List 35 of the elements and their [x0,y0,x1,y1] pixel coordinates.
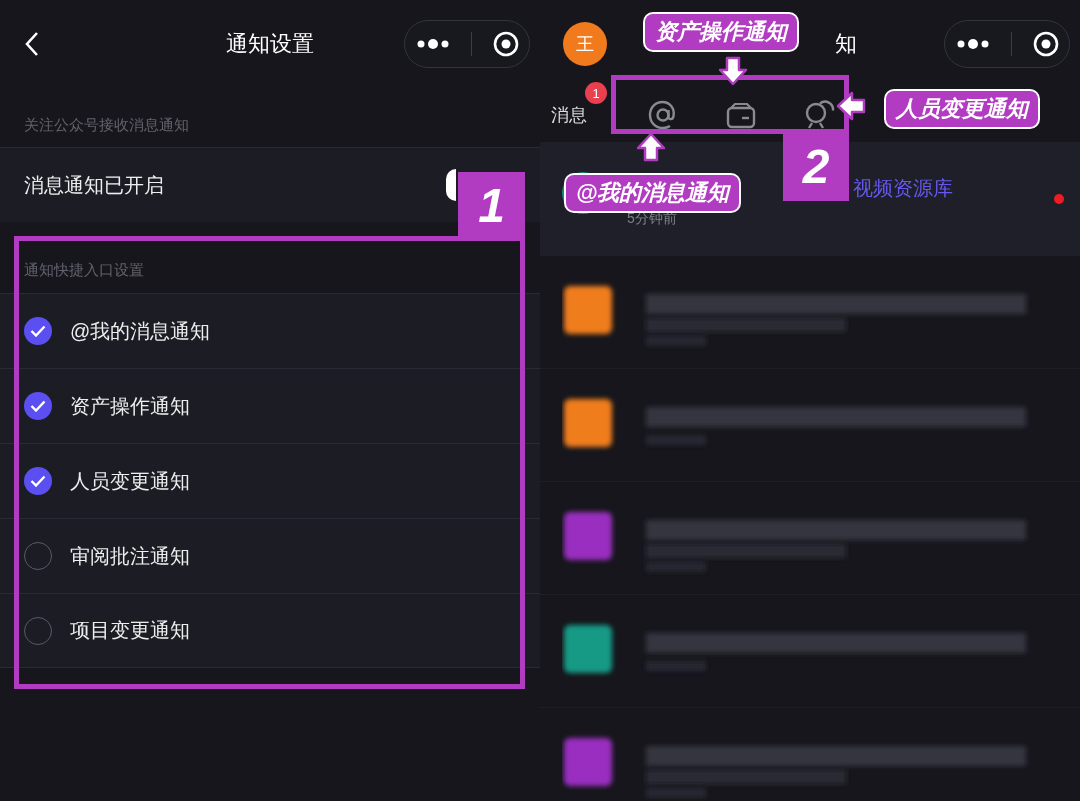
messages-tab[interactable]: 消息 [551,103,587,127]
callout-label: 人员变更通知 [886,91,1038,127]
checkbox-label: @我的消息通知 [70,318,211,344]
checkbox-row[interactable]: 资产操作通知 [0,368,540,443]
target-icon[interactable] [492,31,519,57]
step-number: 1 [458,172,525,238]
back-icon[interactable] [24,31,40,57]
checkbox[interactable] [24,317,52,345]
people-icon[interactable] [803,99,837,131]
message-title: 视频资源库 [853,176,953,201]
capsule-menu[interactable] [404,20,530,68]
checkbox-row[interactable]: 项目变更通知 [0,593,540,668]
callout-label: 资产操作通知 [645,14,797,50]
row-label: 消息通知已开启 [24,172,164,198]
checkmark-icon [30,400,46,412]
target-icon[interactable] [1032,31,1059,57]
checkbox-label: 资产操作通知 [70,393,190,419]
checkbox[interactable] [24,467,52,495]
page-title: 通知设置 [226,30,314,58]
checkbox-label: 审阅批注通知 [70,543,190,569]
unread-badge: 1 [585,82,607,104]
checkbox-label: 项目变更通知 [70,618,190,643]
checkbox-label: 人员变更通知 [70,468,190,494]
page-title: 知 [835,30,857,58]
capsule-menu[interactable] [944,20,1070,68]
section-label: 通知快捷入口设置 [24,261,144,280]
step-number: 2 [783,131,849,201]
toggle-switch[interactable] [446,169,456,201]
checkbox-row[interactable]: 人员变更通知 [0,443,540,518]
checkmark-icon [30,325,46,337]
checkmark-icon [30,475,46,487]
checkbox-row[interactable]: @我的消息通知 [0,293,540,368]
checkbox-row[interactable]: 审阅批注通知 [0,518,540,593]
checkbox[interactable] [24,392,52,420]
section-label: 关注公众号接收消息通知 [24,116,189,135]
